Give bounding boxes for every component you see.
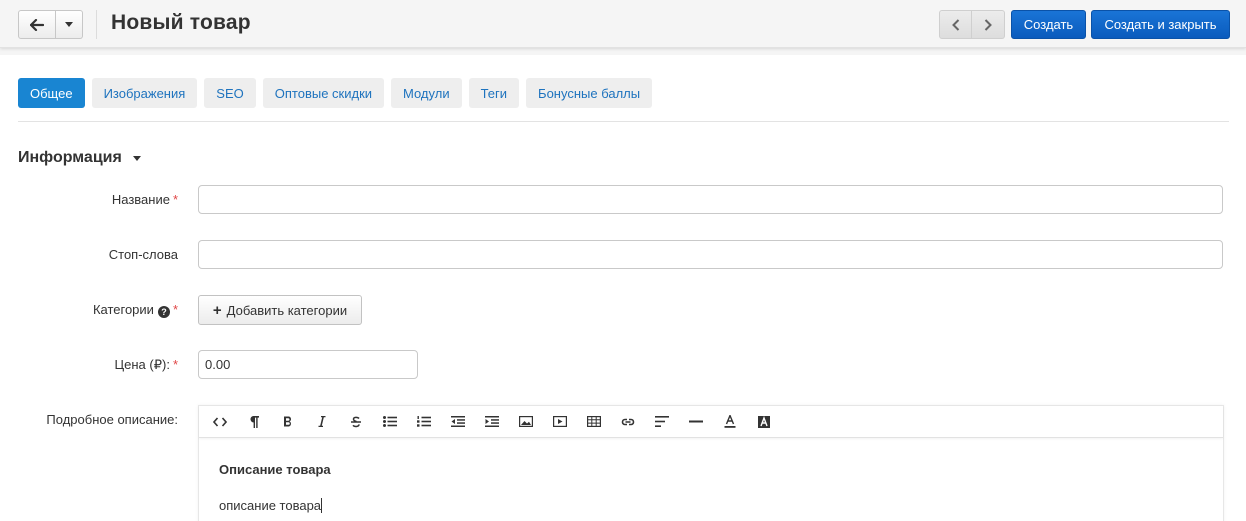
image-icon[interactable] <box>509 408 543 436</box>
back-dropdown-button[interactable] <box>56 10 83 39</box>
section-title: Информация <box>18 149 122 166</box>
caret-down-icon <box>132 155 141 161</box>
create-and-close-button[interactable]: Создать и закрыть <box>1091 10 1230 39</box>
top-toolbar: Новый товар Создать Создать и закрыть <box>0 0 1246 48</box>
section-toggle-information[interactable]: Информация <box>18 149 141 167</box>
toolbar-divider <box>96 10 97 39</box>
categories-label: Категории? * <box>92 302 178 318</box>
tab-seo[interactable]: SEO <box>204 78 256 108</box>
previous-record-button[interactable] <box>939 10 972 39</box>
outdent-icon[interactable] <box>441 408 475 436</box>
tabs-divider <box>18 121 1229 122</box>
chevron-right-icon <box>984 18 992 31</box>
required-mark: * <box>172 302 178 317</box>
stopwords-label: Стоп-слова <box>108 247 178 262</box>
page-title: Новый товар <box>111 11 251 34</box>
paragraph-icon[interactable] <box>237 408 271 436</box>
rich-text-editor: Описание товара описание товара <box>198 405 1224 521</box>
back-button[interactable] <box>18 10 56 39</box>
strikethrough-icon[interactable] <box>339 408 373 436</box>
name-label: Название * <box>111 192 178 207</box>
link-icon[interactable] <box>611 408 645 436</box>
record-navigation <box>939 10 1005 39</box>
description-text: описание товара <box>219 498 323 513</box>
caret-down-icon <box>65 22 73 27</box>
italic-icon[interactable] <box>305 408 339 436</box>
tab-general[interactable]: Общее <box>18 78 85 108</box>
tab-modules[interactable]: Модули <box>391 78 462 108</box>
add-categories-button[interactable]: + Добавить категории <box>198 295 362 325</box>
main-content: Общее Изображения SEO Оптовые скидки Мод… <box>0 55 1246 521</box>
align-left-icon[interactable] <box>645 408 679 436</box>
indent-icon[interactable] <box>475 408 509 436</box>
arrow-left-icon <box>30 18 44 31</box>
required-mark: * <box>172 192 178 207</box>
tab-tags[interactable]: Теги <box>468 78 520 108</box>
help-icon[interactable]: ? <box>157 306 170 318</box>
table-icon[interactable] <box>577 408 611 436</box>
stopwords-input[interactable] <box>198 240 1223 269</box>
video-icon[interactable] <box>543 408 577 436</box>
unordered-list-icon[interactable] <box>373 408 407 436</box>
tab-bar: Общее Изображения SEO Оптовые скидки Мод… <box>18 78 659 108</box>
price-label: Цена (₽): * <box>114 357 178 372</box>
editor-toolbar <box>199 406 1223 438</box>
html-icon[interactable] <box>203 408 237 436</box>
create-button[interactable]: Создать <box>1011 10 1086 39</box>
tab-bonus-points[interactable]: Бонусные баллы <box>526 78 653 108</box>
tab-wholesale-discounts[interactable]: Оптовые скидки <box>262 78 385 108</box>
back-button-group <box>18 10 83 39</box>
plus-icon: + <box>212 301 222 319</box>
text-cursor <box>321 498 323 513</box>
editor-content[interactable]: Описание товара описание товара <box>199 438 1223 521</box>
ordered-list-icon[interactable] <box>407 408 441 436</box>
bold-icon[interactable] <box>271 408 305 436</box>
next-record-button[interactable] <box>972 10 1005 39</box>
chevron-left-icon <box>951 18 959 31</box>
background-color-icon[interactable] <box>747 408 781 436</box>
description-label: Подробное описание: <box>46 412 178 427</box>
price-input[interactable] <box>198 350 418 379</box>
font-color-icon[interactable] <box>713 408 747 436</box>
description-heading: Описание товара <box>219 462 331 477</box>
tab-images[interactable]: Изображения <box>91 78 198 108</box>
required-mark: * <box>172 357 178 372</box>
horizontal-rule-icon[interactable] <box>679 408 713 436</box>
add-categories-label: Добавить категории <box>226 302 348 318</box>
name-input[interactable] <box>198 185 1223 214</box>
